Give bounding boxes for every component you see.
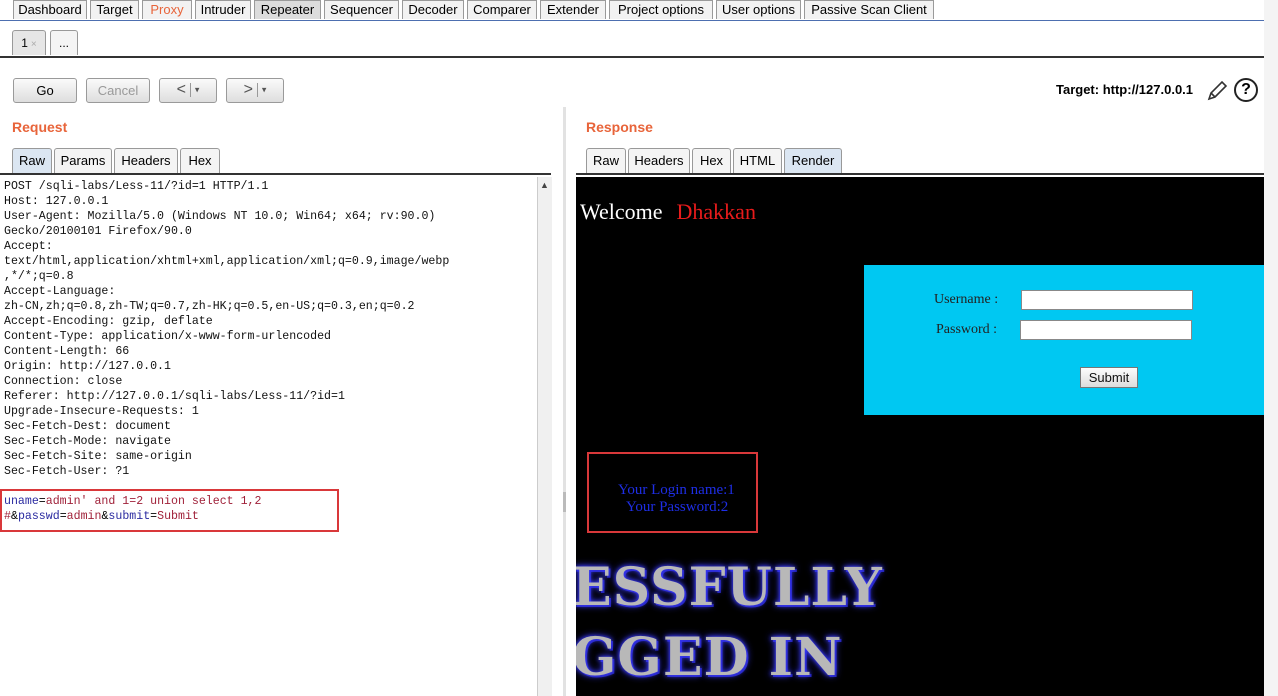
request-line: Gecko/20100101 Firefox/90.0 [4, 225, 192, 238]
divider-grip[interactable] [563, 492, 566, 512]
response-title: Response [586, 119, 653, 135]
scroll-up-icon[interactable]: ▲ [540, 180, 549, 190]
tab-user-options[interactable]: User options [716, 0, 801, 19]
adjacent-window-edge [1264, 0, 1278, 696]
password-label: Password : [936, 322, 998, 337]
tab-project-options[interactable]: Project options [609, 0, 713, 19]
tab-repeater[interactable]: Repeater [254, 0, 321, 19]
pencil-icon[interactable] [1205, 79, 1229, 103]
repeater-tab-bar: 1 × ... [0, 26, 1268, 58]
request-tab-headers[interactable]: Headers [114, 148, 178, 173]
request-headers-text: POST /sqli-labs/Less-11/?id=1 HTTP/1.1 Ho… [4, 179, 449, 479]
request-line: Referer: http://127.0.0.1/sqli-labs/Less… [4, 390, 345, 403]
response-render-view: Welcome Dhakkan Username : Password : Sub… [576, 177, 1264, 696]
response-tab-hex[interactable]: Hex [692, 148, 731, 173]
request-tab-params[interactable]: Params [54, 148, 112, 173]
response-tab-render[interactable]: Render [784, 148, 842, 173]
request-line: User-Agent: Mozilla/5.0 (Windows NT 10.0… [4, 210, 436, 223]
tab-comparer[interactable]: Comparer [467, 0, 537, 19]
username-input[interactable] [1021, 290, 1193, 310]
request-tab-underline [0, 173, 551, 175]
payload-highlight-box [0, 489, 339, 532]
repeater-tab-label: 1 [21, 36, 28, 50]
request-line: Sec-Fetch-Dest: document [4, 420, 171, 433]
chevron-right-icon: > [243, 81, 253, 98]
tab-dashboard[interactable]: Dashboard [13, 0, 87, 19]
tab-intruder[interactable]: Intruder [195, 0, 251, 19]
request-line: Accept-Language: [4, 285, 116, 298]
login-form: Username : Password : Submit [864, 265, 1264, 415]
request-line: POST /sqli-labs/Less-11/?id=1 HTTP/1.1 [4, 180, 269, 193]
request-line: Origin: http://127.0.0.1 [4, 360, 171, 373]
welcome-text: Welcome [580, 199, 663, 224]
request-line: Upgrade-Insecure-Requests: 1 [4, 405, 199, 418]
request-line: zh-CN,zh;q=0.8,zh-TW;q=0.7,zh-HK;q=0.5,e… [4, 300, 415, 313]
request-line: ,*/*;q=0.8 [4, 270, 74, 283]
tab-decoder[interactable]: Decoder [402, 0, 464, 19]
request-editor[interactable]: POST /sqli-labs/Less-11/?id=1 HTTP/1.1 Ho… [0, 177, 537, 696]
request-line: Content-Type: application/x-www-form-url… [4, 330, 331, 343]
request-line: text/html,application/xhtml+xml,applicat… [4, 255, 450, 268]
success-banner-line1: ESSFULLY [576, 557, 883, 618]
response-tab-underline [576, 173, 1264, 175]
request-line: Accept: [4, 240, 53, 253]
go-button[interactable]: Go [13, 78, 77, 103]
repeater-tab-1[interactable]: 1 × [12, 30, 46, 55]
request-line: Host: 127.0.0.1 [4, 195, 109, 208]
chevron-down-icon: ▾ [194, 84, 200, 95]
help-icon[interactable]: ? [1234, 78, 1258, 102]
response-tab-raw[interactable]: Raw [586, 148, 626, 173]
submit-button[interactable]: Submit [1080, 367, 1138, 388]
chevron-down-icon: ▾ [261, 84, 267, 95]
forward-button[interactable]: > ▾ [226, 78, 284, 103]
request-line: Content-Length: 66 [4, 345, 130, 358]
response-tab-headers[interactable]: Headers [628, 148, 690, 173]
tool-tab-bar: Dashboard Target Proxy Intruder Repeater… [0, 0, 1268, 21]
request-line: Accept-Encoding: gzip, deflate [4, 315, 213, 328]
request-title: Request [12, 119, 68, 135]
request-line: Sec-Fetch-Mode: navigate [4, 435, 171, 448]
chevron-left-icon: < [176, 81, 186, 98]
request-line: Connection: close [4, 375, 123, 388]
result-highlight-box [587, 452, 758, 533]
success-banner-line2: GGED IN [576, 627, 843, 688]
welcome-name: Dhakkan [676, 199, 756, 224]
tab-proxy[interactable]: Proxy [142, 0, 192, 19]
request-scrollbar[interactable]: ▲ [537, 177, 552, 696]
target-label: Target: http://127.0.0.1 [1056, 82, 1194, 97]
close-icon[interactable]: × [31, 39, 37, 50]
repeater-tab-new[interactable]: ... [50, 30, 78, 55]
password-input[interactable] [1020, 320, 1192, 340]
tab-target[interactable]: Target [90, 0, 139, 19]
tab-sequencer[interactable]: Sequencer [324, 0, 399, 19]
request-line: Sec-Fetch-Site: same-origin [4, 450, 192, 463]
username-label: Username : [934, 292, 999, 307]
request-tab-raw[interactable]: Raw [12, 148, 52, 173]
split-pane-divider[interactable] [563, 107, 566, 696]
welcome-heading: Welcome Dhakkan [580, 199, 756, 225]
request-line: Sec-Fetch-User: ?1 [4, 465, 130, 478]
tab-extender[interactable]: Extender [540, 0, 606, 19]
response-tab-html[interactable]: HTML [733, 148, 782, 173]
back-button[interactable]: < ▾ [159, 78, 217, 103]
tab-passive-scan-client[interactable]: Passive Scan Client [804, 0, 934, 19]
cancel-button[interactable]: Cancel [86, 78, 150, 103]
request-tab-hex[interactable]: Hex [180, 148, 220, 173]
